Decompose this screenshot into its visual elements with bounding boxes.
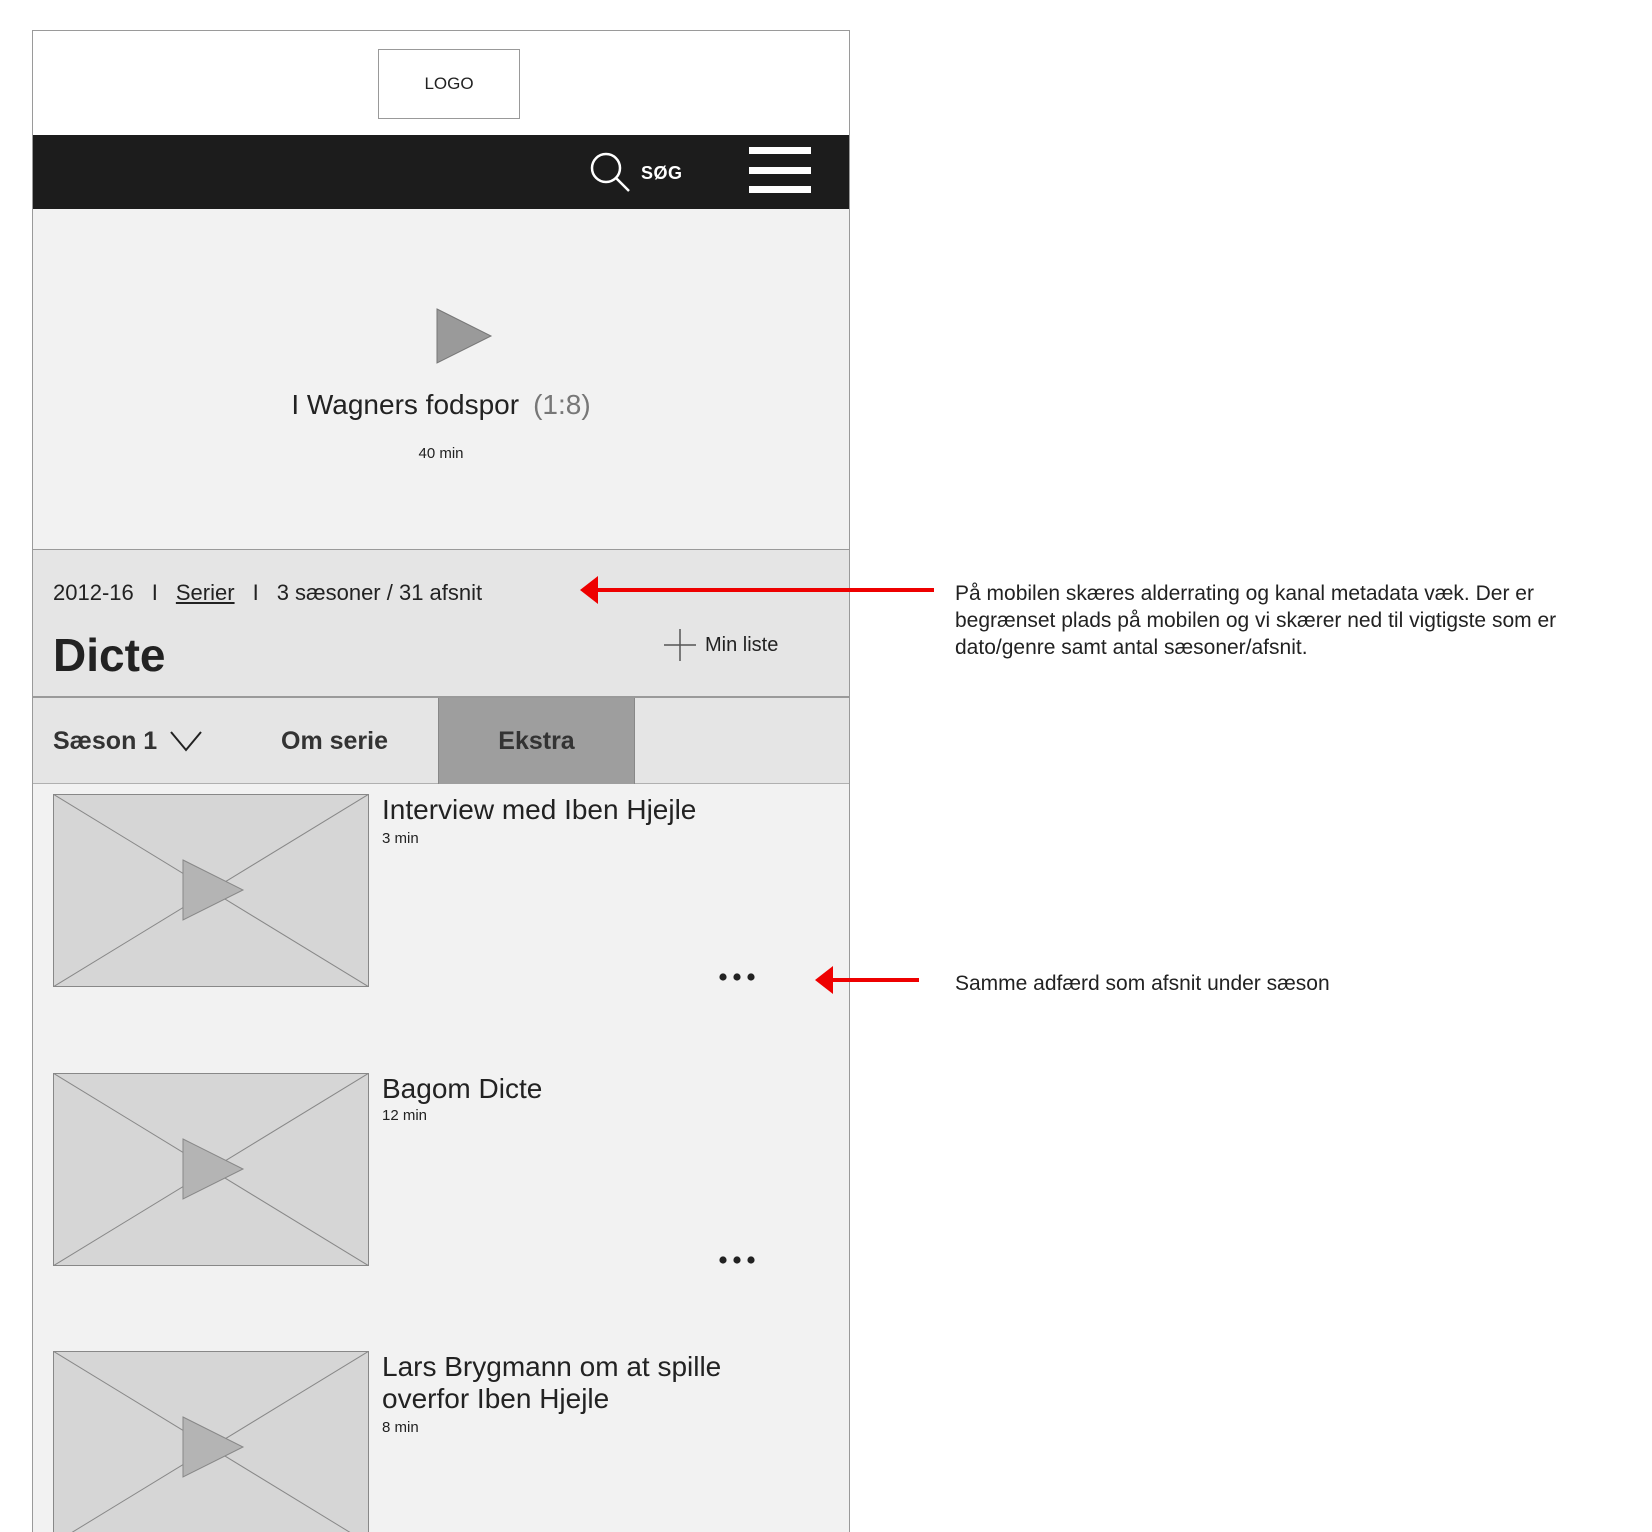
mobile-wireframe: LOGO SØG I Wagners fodspor (1:8) 40 min 2… — [32, 30, 850, 1532]
list-item[interactable]: Interview med Iben Hjejle 3 min — [33, 794, 849, 1044]
meta-line: 2012-16 I Serier I 3 sæsoner / 31 afsnit — [53, 580, 482, 606]
video-thumbnail[interactable] — [53, 794, 369, 987]
meta-years: 2012-16 — [53, 580, 134, 605]
tab-season-dropdown[interactable]: Sæson 1 — [53, 698, 203, 784]
meta-separator: I — [252, 580, 259, 605]
nav-bar: SØG — [33, 135, 849, 209]
annotation-arrow — [815, 966, 919, 994]
tab-about[interactable]: Om serie — [281, 698, 388, 784]
meta-seasons: 3 sæsoner / 31 afsnit — [276, 580, 483, 605]
item-duration: 3 min — [382, 830, 419, 847]
tab-extra[interactable]: Ekstra — [438, 698, 635, 784]
chevron-down-icon — [170, 731, 202, 752]
search-button[interactable]: SØG — [641, 163, 683, 184]
genre-link[interactable]: Serier — [176, 580, 235, 605]
my-list-button[interactable]: Min liste — [663, 628, 778, 662]
item-title[interactable]: Lars Brygmann om at spille overfor Iben … — [382, 1351, 802, 1415]
series-title: Dicte — [53, 629, 166, 681]
plus-icon — [664, 629, 696, 661]
item-title[interactable]: Interview med Iben Hjejle — [382, 794, 802, 826]
more-options-icon[interactable] — [717, 971, 757, 983]
item-duration: 8 min — [382, 1419, 419, 1436]
annotation-meta-note: På mobilen skæres alderrating og kanal m… — [955, 582, 1557, 659]
series-meta: 2012-16 I Serier I 3 sæsoner / 31 afsnit Dic… — [33, 550, 849, 698]
item-title[interactable]: Bagom Dicte — [382, 1073, 802, 1105]
tab-season-label: Sæson 1 — [53, 726, 158, 755]
video-thumbnail[interactable] — [53, 1351, 369, 1532]
play-icon[interactable] — [435, 307, 493, 365]
search-icon[interactable] — [589, 151, 631, 193]
hero-duration: 40 min — [418, 445, 464, 462]
tab-bar: Sæson 1 Om serie Ekstra — [33, 698, 849, 784]
annotation-items-note: Samme adfærd som afsnit under sæson — [955, 972, 1330, 995]
meta-separator: I — [151, 580, 158, 605]
list-item[interactable]: Lars Brygmann om at spille overfor Iben … — [33, 1351, 849, 1532]
logo[interactable]: LOGO — [378, 49, 520, 119]
list-item[interactable]: Bagom Dicte 12 min — [33, 1073, 849, 1323]
item-duration: 12 min — [382, 1107, 428, 1124]
video-thumbnail[interactable] — [53, 1073, 369, 1266]
hero-title[interactable]: I Wagners fodspor (1:8) — [33, 389, 849, 421]
more-options-icon[interactable] — [717, 1254, 757, 1266]
logo-bar: LOGO — [33, 31, 849, 135]
annotation-arrow — [580, 576, 934, 604]
my-list-label: Min liste — [705, 633, 779, 656]
hero-player: I Wagners fodspor (1:8) 40 min — [33, 209, 849, 550]
